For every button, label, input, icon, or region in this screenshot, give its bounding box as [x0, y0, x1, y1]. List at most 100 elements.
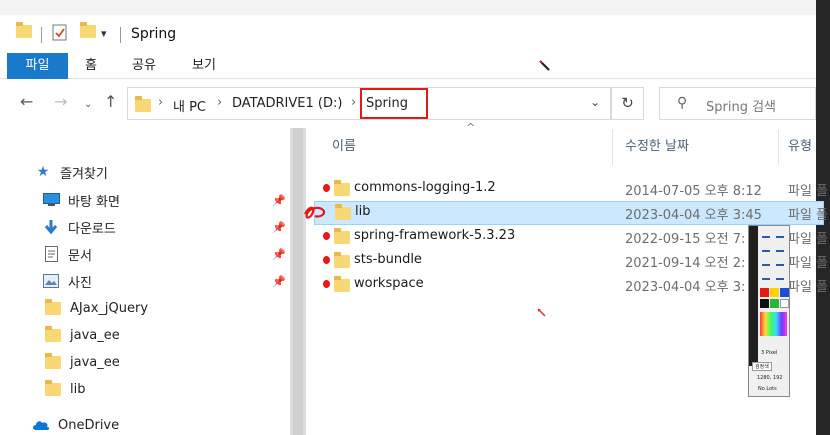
line-tool-icon[interactable]: [762, 258, 770, 266]
file-modified: 2014-07-05 오후 8:12: [625, 184, 762, 199]
properties-button[interactable]: [52, 24, 68, 41]
up-arrow-icon: ↑: [104, 92, 118, 111]
star-icon: ★: [36, 164, 50, 180]
pin-icon: 📌: [272, 248, 286, 261]
nav-item-label: java_ee: [70, 327, 120, 343]
file-type: 파일 폴: [788, 280, 829, 295]
address-dropdown-icon[interactable]: ⌄: [590, 95, 600, 109]
palette-titlebar[interactable]: [749, 226, 758, 366]
eraser-tool-icon[interactable]: [762, 272, 770, 280]
line-tool-icon[interactable]: [776, 258, 784, 266]
cursor-coordinates: 1280, 192: [757, 375, 783, 381]
column-header-type[interactable]: 유형: [788, 135, 812, 154]
pen-mode-select[interactable]: 검정색: [752, 362, 772, 371]
breadcrumb-drive[interactable]: DATADRIVE1 (D:): [232, 96, 342, 111]
up-button[interactable]: ↑: [104, 94, 117, 110]
file-name: commons-logging-1.2: [354, 180, 496, 195]
color-swatch-blue[interactable]: [780, 288, 789, 297]
download-arrow-icon: [42, 219, 60, 235]
tab-view[interactable]: 보기: [192, 53, 216, 79]
file-explorer-window: ▾ Spring 파일 홈 공유 보기 ← → ⌄ ↑ › 내 PC › DAT…: [0, 15, 828, 435]
column-header-name[interactable]: 이름: [332, 135, 356, 154]
cloud-icon: [32, 417, 50, 433]
color-spectrum[interactable]: [760, 312, 787, 336]
nav-item-documents[interactable]: 문서: [42, 242, 92, 266]
dropdown-caret-icon: ▾: [101, 27, 107, 40]
color-swatch-yellow[interactable]: [770, 288, 779, 297]
folder-icon: [45, 379, 61, 396]
nav-item-label: 즐겨찾기: [60, 166, 108, 182]
file-row-selected[interactable]: lib 2023-04-04 오후 3:45 파일 폴: [304, 201, 828, 225]
back-button[interactable]: ←: [20, 94, 33, 110]
file-type: 파일 폴: [788, 256, 829, 271]
nav-item-label: OneDrive: [58, 417, 120, 433]
color-swatch-black[interactable]: [760, 299, 769, 308]
folder-icon: [45, 352, 61, 369]
tab-share[interactable]: 공유: [132, 53, 156, 79]
new-folder-button[interactable]: [80, 22, 96, 38]
annotation-dot: [323, 232, 330, 240]
annotation-dot: [323, 280, 330, 288]
file-name: sts-bundle: [354, 252, 422, 267]
color-swatch-red[interactable]: [760, 288, 769, 297]
breadcrumb-chevron-icon[interactable]: ›: [351, 95, 356, 110]
marker-tool-icon[interactable]: [762, 244, 770, 252]
breadcrumb-chevron-icon[interactable]: ›: [217, 95, 222, 110]
recent-locations-button[interactable]: ⌄: [84, 97, 92, 113]
color-swatch-green[interactable]: [770, 299, 779, 308]
breadcrumb-chevron-icon[interactable]: ›: [158, 95, 163, 110]
tab-home[interactable]: 홈: [85, 53, 97, 79]
address-bar[interactable]: › 내 PC › DATADRIVE1 (D:) › Spring ⌄: [127, 87, 611, 120]
nav-item-onedrive[interactable]: OneDrive: [32, 413, 119, 435]
palette-status: No Lots: [758, 386, 777, 392]
nav-pane-scrollbar[interactable]: [290, 128, 306, 435]
folder-icon: [334, 228, 350, 244]
forward-arrow-icon: →: [54, 92, 68, 111]
nav-item-java-ee[interactable]: java_ee: [44, 323, 120, 347]
new-folder-icon: [80, 22, 96, 38]
nav-item-label: 사진: [68, 275, 92, 291]
search-placeholder: Spring 검색: [706, 100, 777, 115]
nav-item-label: 문서: [68, 248, 92, 264]
eraser-tool-icon[interactable]: [776, 272, 784, 280]
marker-tool-icon[interactable]: [776, 244, 784, 252]
title-bar: ▾ Spring: [0, 15, 816, 53]
folder-icon: [335, 204, 351, 220]
highlight-annotation-box: [360, 88, 428, 119]
annotation-scribble: [304, 206, 326, 219]
file-modified: 2023-04-04 오후 3:: [625, 280, 746, 295]
quick-access-toolbar: [16, 22, 32, 38]
file-row[interactable]: commons-logging-1.2 2014-07-05 오후 8:12 파…: [314, 177, 828, 201]
nav-item-ajax-jquery[interactable]: AJax_jQuery: [44, 296, 148, 320]
column-divider[interactable]: [778, 129, 779, 165]
refresh-button[interactable]: ↻: [611, 87, 644, 120]
color-swatch-white[interactable]: [780, 299, 789, 308]
sort-ascending-icon: ^: [466, 121, 476, 134]
nav-item-label: 바탕 화면: [68, 194, 120, 210]
pictures-icon: [42, 273, 60, 289]
pen-tool-icon[interactable]: [762, 230, 770, 238]
nav-item-java-ee-2[interactable]: java_ee: [44, 350, 120, 374]
customize-qat-button[interactable]: ▾: [101, 27, 107, 40]
desktop-icon: [42, 192, 60, 208]
nav-item-pictures[interactable]: 사진: [42, 269, 92, 293]
navigation-pane: ★ 즐겨찾기 바탕 화면 📌 다운로드 📌 문서 📌 사진 📌 AJax_jQu…: [0, 128, 290, 435]
column-divider[interactable]: [612, 129, 613, 165]
navigation-bar: ← → ⌄ ↑ › 내 PC › DATADRIVE1 (D:) › Sprin…: [0, 85, 816, 121]
breadcrumb-this-pc[interactable]: 내 PC: [173, 96, 206, 115]
file-type: 파일 폴: [788, 232, 829, 247]
search-box[interactable]: ⚲ Spring 검색: [659, 87, 816, 120]
file-name: workspace: [354, 276, 424, 291]
forward-button[interactable]: →: [54, 94, 67, 110]
nav-item-downloads[interactable]: 다운로드: [42, 215, 116, 239]
folder-icon: [135, 96, 151, 112]
nav-item-lib[interactable]: lib: [44, 377, 85, 401]
tab-file[interactable]: 파일: [7, 53, 68, 79]
pin-icon: 📌: [272, 194, 286, 207]
pen-tool-icon[interactable]: [776, 230, 784, 238]
column-header-modified[interactable]: 수정한 날짜: [625, 135, 689, 154]
file-modified: 2021-09-14 오전 2:: [625, 256, 746, 271]
nav-item-desktop[interactable]: 바탕 화면: [42, 188, 120, 212]
scrollbar-thumb[interactable]: [293, 128, 303, 435]
nav-quick-access[interactable]: ★ 즐겨찾기: [34, 160, 108, 184]
